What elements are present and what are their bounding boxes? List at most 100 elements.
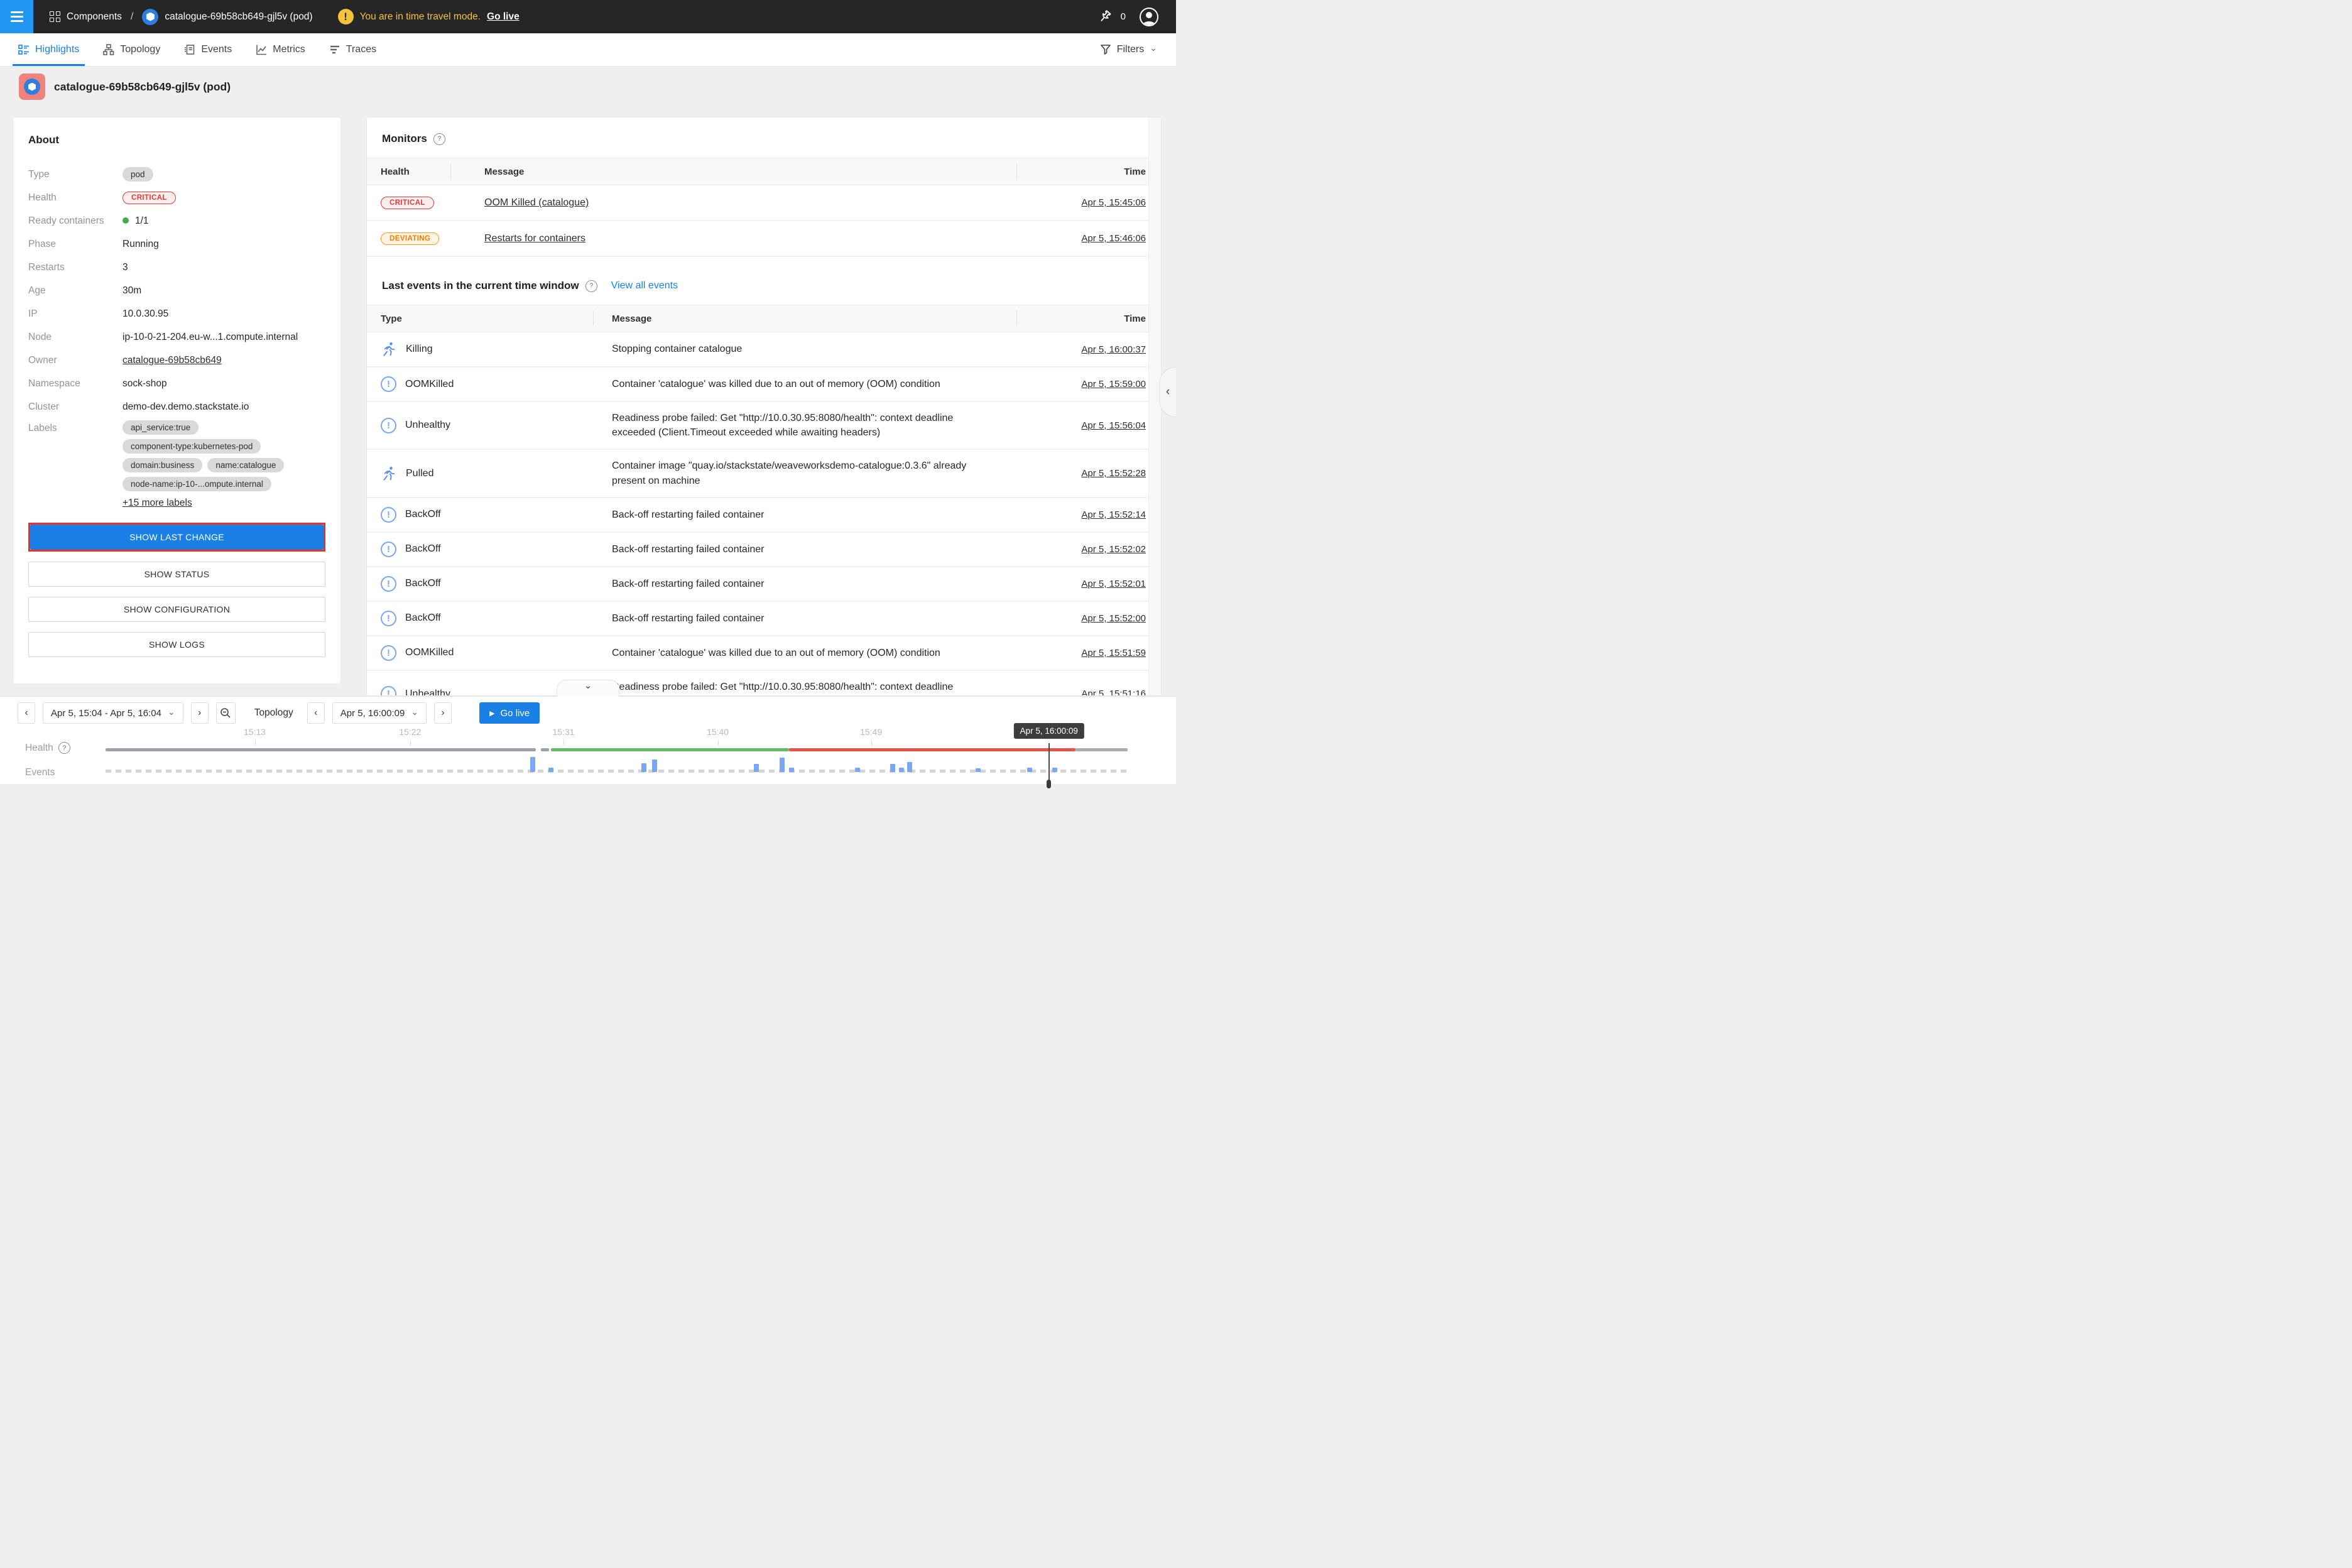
event-row[interactable]: Killing Stopping container catalogue Apr 5…: [367, 332, 1161, 368]
event-count-bar: [780, 758, 785, 772]
go-live-button[interactable]: Go live: [479, 702, 540, 724]
event-time-link[interactable]: Apr 5, 15:52:14: [1081, 509, 1146, 520]
chevron-down-icon: [1150, 44, 1157, 55]
event-row[interactable]: BackOffBack-off restarting failed contai…: [367, 533, 1161, 567]
event-row[interactable]: OOMKilledContainer 'catalogue' was kille…: [367, 636, 1161, 671]
filters-button[interactable]: Filters: [1100, 33, 1157, 66]
ready-status-dot: [122, 217, 129, 224]
monitor-message-link[interactable]: OOM Killed (catalogue): [484, 197, 589, 208]
event-time-link[interactable]: Apr 5, 15:52:28: [1081, 468, 1146, 479]
event-time-link[interactable]: Apr 5, 16:00:37: [1081, 344, 1146, 355]
health-status-badge: CRITICAL: [122, 192, 176, 204]
scrollbar[interactable]: [1148, 117, 1161, 695]
show-last-change-button[interactable]: SHOW LAST CHANGE: [30, 525, 324, 550]
event-time-link[interactable]: Apr 5, 15:52:02: [1081, 544, 1146, 555]
collapse-panel-button[interactable]: [1159, 367, 1176, 417]
axis-tick-label: 15:22: [399, 727, 421, 737]
tab-metrics[interactable]: Metrics: [244, 33, 317, 66]
marker-line: [1048, 743, 1050, 782]
view-all-events-link[interactable]: View all events: [611, 280, 678, 291]
filter-funnel-icon: [1100, 44, 1111, 55]
breadcrumb-components[interactable]: Components: [67, 11, 122, 23]
monitor-message-link[interactable]: Restarts for containers: [484, 233, 585, 244]
about-row-health: Health CRITICAL: [28, 186, 325, 209]
owner-link[interactable]: catalogue-69b58cb649: [122, 355, 222, 366]
monitor-time-link[interactable]: Apr 5, 15:45:06: [1081, 197, 1146, 208]
show-status-button[interactable]: SHOW STATUS: [28, 562, 325, 587]
event-message: Back-off restarting failed container: [593, 508, 1016, 522]
event-count-bar: [789, 768, 794, 772]
monitor-health-badge: CRITICAL: [381, 197, 434, 209]
event-count-bar: [652, 760, 657, 772]
monitor-time-link[interactable]: Apr 5, 15:46:06: [1081, 233, 1146, 244]
event-row[interactable]: BackOffBack-off restarting failed contai…: [367, 567, 1161, 602]
monitor-row[interactable]: DEVIATING Restarts for containers Apr 5,…: [367, 221, 1161, 257]
event-type: OOMKilled: [405, 379, 454, 390]
breadcrumb-separator: /: [131, 11, 133, 23]
tab-topology[interactable]: Topology: [91, 33, 172, 66]
time-previous-button[interactable]: [307, 702, 325, 724]
event-row[interactable]: UnhealthyReadiness probe failed: Get "ht…: [367, 402, 1161, 450]
range-next-button[interactable]: [191, 702, 209, 724]
pod-entity-icon: [19, 74, 45, 100]
topology-time-select[interactable]: Apr 5, 16:00:09: [332, 702, 427, 724]
time-range-select[interactable]: Apr 5, 15:04 - Apr 5, 16:04: [43, 702, 183, 724]
health-row-label: Health: [25, 742, 70, 754]
running-icon: [381, 341, 397, 357]
timeline-chart[interactable]: 15:1315:2215:3115:4015:49 Apr 5, 16:00:0…: [106, 727, 1128, 785]
range-previous-button[interactable]: [18, 702, 35, 724]
warning-text: You are in time travel mode.: [360, 11, 481, 23]
zoom-out-icon[interactable]: [216, 702, 236, 724]
event-row[interactable]: OOMKilledContainer 'catalogue' was kille…: [367, 368, 1161, 402]
event-count-bar: [899, 768, 904, 772]
label-chip: domain:business: [122, 458, 202, 472]
tab-highlights[interactable]: Highlights: [6, 33, 91, 66]
event-time-link[interactable]: Apr 5, 15:51:16: [1081, 689, 1146, 696]
more-labels-link[interactable]: +15 more labels: [122, 498, 192, 509]
monitor-row[interactable]: CRITICAL OOM Killed (catalogue) Apr 5, 1…: [367, 185, 1161, 221]
event-type: Killing: [406, 344, 433, 355]
event-time-link[interactable]: Apr 5, 15:56:04: [1081, 420, 1146, 431]
help-icon[interactable]: [433, 133, 445, 145]
event-time-link[interactable]: Apr 5, 15:51:59: [1081, 648, 1146, 658]
breadcrumb-entity[interactable]: catalogue-69b58cb649-gjl5v (pod): [165, 11, 312, 23]
event-count-bar: [855, 768, 860, 772]
event-row[interactable]: UnhealthyReadiness probe failed: Get "ht…: [367, 671, 1161, 696]
expand-events-button[interactable]: [557, 680, 619, 697]
help-icon[interactable]: [585, 280, 597, 292]
chevron-down-icon: [168, 708, 175, 719]
event-count-bar: [907, 762, 912, 772]
go-live-link[interactable]: Go live: [487, 11, 520, 23]
event-row[interactable]: BackOff Back-off restarting failed contai…: [367, 602, 1161, 636]
help-icon[interactable]: [58, 742, 70, 754]
event-time-link[interactable]: Apr 5, 15:59:00: [1081, 379, 1146, 389]
event-count-bar: [976, 768, 981, 772]
event-message: Back-off restarting failed container: [593, 611, 1016, 626]
about-row-type: Type pod: [28, 163, 325, 186]
event-row[interactable]: PulledContainer image "quay.io/stackstat…: [367, 450, 1161, 498]
event-type: Unhealthy: [405, 689, 450, 696]
event-row[interactable]: BackOffBack-off restarting failed contai…: [367, 498, 1161, 533]
pin-icon[interactable]: [1098, 9, 1113, 24]
topology-icon: [103, 44, 114, 55]
about-row-restarts: Restarts 3: [28, 256, 325, 279]
tab-traces[interactable]: Traces: [317, 33, 388, 66]
event-count-bar: [641, 763, 646, 772]
label-chip: name:catalogue: [207, 458, 284, 472]
top-bar: Components / catalogue-69b58cb649-gjl5v …: [0, 0, 1176, 33]
tab-events[interactable]: Events: [172, 33, 244, 66]
event-time-link[interactable]: Apr 5, 15:52:01: [1081, 579, 1146, 589]
event-message: Stopping container catalogue: [593, 342, 1016, 356]
event-type: BackOff: [405, 612, 441, 624]
events-heading: Last events in the current time window: [382, 280, 579, 292]
marker-handle[interactable]: [1047, 780, 1051, 788]
show-configuration-button[interactable]: SHOW CONFIGURATION: [28, 597, 325, 622]
event-time-link[interactable]: Apr 5, 15:52:00: [1081, 613, 1146, 624]
health-segment: [1075, 748, 1128, 751]
time-next-button[interactable]: [434, 702, 452, 724]
event-message: Readiness probe failed: Get "http://10.0…: [593, 411, 1016, 440]
show-logs-button[interactable]: SHOW LOGS: [28, 632, 325, 657]
hamburger-menu-icon[interactable]: [0, 0, 33, 33]
user-avatar[interactable]: [1140, 8, 1158, 26]
health-segment: [551, 748, 789, 751]
